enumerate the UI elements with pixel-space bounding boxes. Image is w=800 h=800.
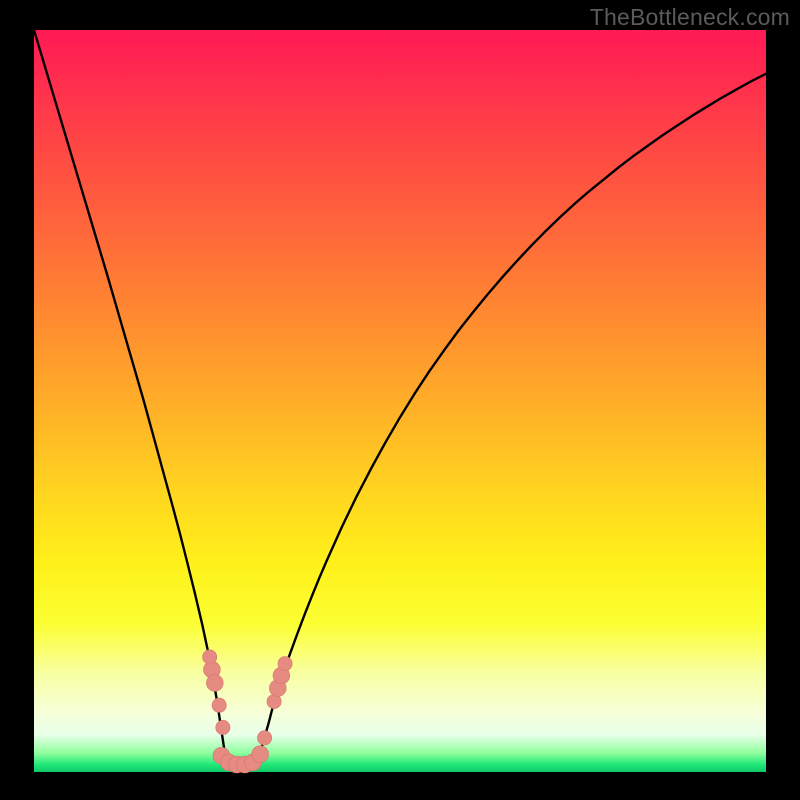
curve-marker <box>257 731 271 745</box>
bottleneck-curve <box>34 30 766 765</box>
chart-frame: TheBottleneck.com <box>0 0 800 800</box>
curve-marker <box>278 657 292 671</box>
curve-marker <box>206 675 223 692</box>
plot-area <box>34 30 766 772</box>
bottleneck-curve-chart <box>34 30 766 772</box>
curve-marker <box>203 650 217 664</box>
watermark-text: TheBottleneck.com <box>590 4 790 31</box>
curve-marker <box>252 746 269 763</box>
curve-marker <box>216 720 230 734</box>
curve-marker <box>212 698 226 712</box>
